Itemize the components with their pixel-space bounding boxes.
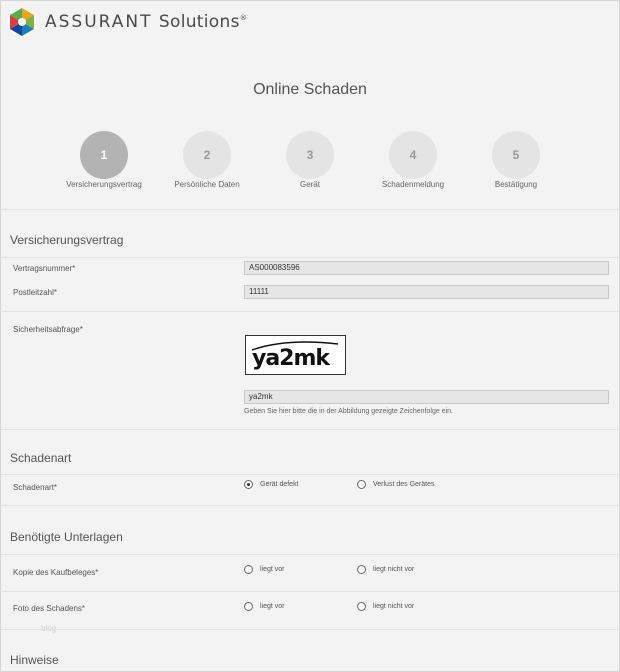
- step-label: Schadenmeldung: [381, 180, 445, 189]
- header: ASSURANT Solutions®: [1, 1, 619, 45]
- radio-label: liegt nicht vor: [373, 603, 415, 610]
- step-label: Persönliche Daten: [174, 180, 240, 189]
- step-1: 1 Versicherungsvertrag: [54, 131, 154, 189]
- section-title-damage-type: Schadenart: [10, 451, 72, 465]
- divider: [1, 257, 619, 258]
- captcha-image: ya2mk: [245, 335, 346, 375]
- brand-product: Solutions: [158, 12, 240, 32]
- step-circle: 4: [389, 131, 437, 179]
- divider: [1, 474, 619, 475]
- captcha-graphic: ya2mk: [251, 341, 339, 371]
- step-circle: 2: [183, 131, 231, 179]
- page-title: Online Schaden: [253, 81, 367, 98]
- radio-device-lost[interactable]: Verlust des Gerätes: [357, 480, 434, 489]
- step-label: Versicherungsvertrag: [66, 180, 142, 189]
- contract-number-label: Vertragsnummer*: [13, 264, 76, 273]
- assurant-logo-icon: [7, 7, 37, 37]
- step-3: 3 Gerät: [260, 131, 360, 189]
- step-2: 2 Persönliche Daten: [157, 131, 257, 189]
- brand-name: ASSURANT Solutions®: [45, 12, 248, 32]
- divider: [1, 629, 619, 630]
- receipt-copy-label: Kopie des Kaufbeleges*: [13, 568, 99, 577]
- radio-label: Verlust des Gerätes: [373, 481, 435, 488]
- radio-photo-not-available[interactable]: liegt nicht vor: [357, 602, 414, 611]
- brand-text: ASSURANT: [45, 12, 153, 32]
- divider: [1, 505, 619, 506]
- radio-button[interactable]: [357, 602, 366, 611]
- damage-type-label: Schadenart*: [13, 483, 58, 492]
- radio-label: liegt vor: [260, 603, 285, 610]
- step-circle: 3: [286, 131, 334, 179]
- section-title-contract: Versicherungsvertrag: [10, 233, 124, 247]
- divider: [1, 209, 619, 210]
- radio-photo-available[interactable]: liegt vor: [244, 602, 285, 611]
- step-4: 4 Schadenmeldung: [363, 131, 463, 189]
- section-title-notes: Hinweise: [10, 653, 59, 667]
- step-5: 5 Bestätigung: [466, 131, 566, 189]
- page-frame: ASSURANT Solutions® Online Schaden 1 Ver…: [0, 0, 620, 672]
- postal-code-input[interactable]: 11111: [244, 285, 609, 299]
- captcha-input[interactable]: ya2mk: [244, 390, 609, 404]
- divider: [1, 591, 619, 592]
- step-circle: 1: [80, 131, 128, 179]
- radio-label: Gerät defekt: [260, 481, 299, 488]
- divider: [1, 311, 619, 312]
- progress-stepper: 1 Versicherungsvertrag 2 Persönliche Dat…: [1, 131, 619, 195]
- radio-button[interactable]: [357, 565, 366, 574]
- step-label: Bestätigung: [494, 180, 538, 189]
- radio-receipt-not-available[interactable]: liegt nicht vor: [357, 565, 414, 574]
- step-circle: 5: [492, 131, 540, 179]
- radio-button[interactable]: [244, 565, 253, 574]
- radio-receipt-available[interactable]: liegt vor: [244, 565, 285, 574]
- captcha-text: ya2mk: [252, 346, 331, 371]
- divider: [1, 429, 619, 430]
- contract-number-input[interactable]: AS000083596: [244, 261, 609, 275]
- divider: [1, 554, 619, 555]
- radio-button[interactable]: [244, 602, 253, 611]
- trademark-mark: ®: [239, 14, 248, 22]
- radio-button[interactable]: [244, 480, 253, 489]
- radio-label: liegt nicht vor: [373, 566, 415, 573]
- step-label: Gerät: [299, 180, 320, 189]
- security-check-label: Sicherheitsabfrage*: [13, 325, 83, 334]
- postal-code-label: Postleitzahl*: [13, 288, 58, 297]
- section-title-documents: Benötigte Unterlagen: [10, 530, 123, 544]
- captcha-help-text: Geben Sie hier bitte die in der Abbildun…: [244, 408, 453, 415]
- radio-device-defective[interactable]: Gerät defekt: [244, 480, 299, 489]
- damage-photo-label: Foto des Schadens*: [13, 604, 86, 613]
- radio-button[interactable]: [357, 480, 366, 489]
- radio-label: liegt vor: [260, 566, 285, 573]
